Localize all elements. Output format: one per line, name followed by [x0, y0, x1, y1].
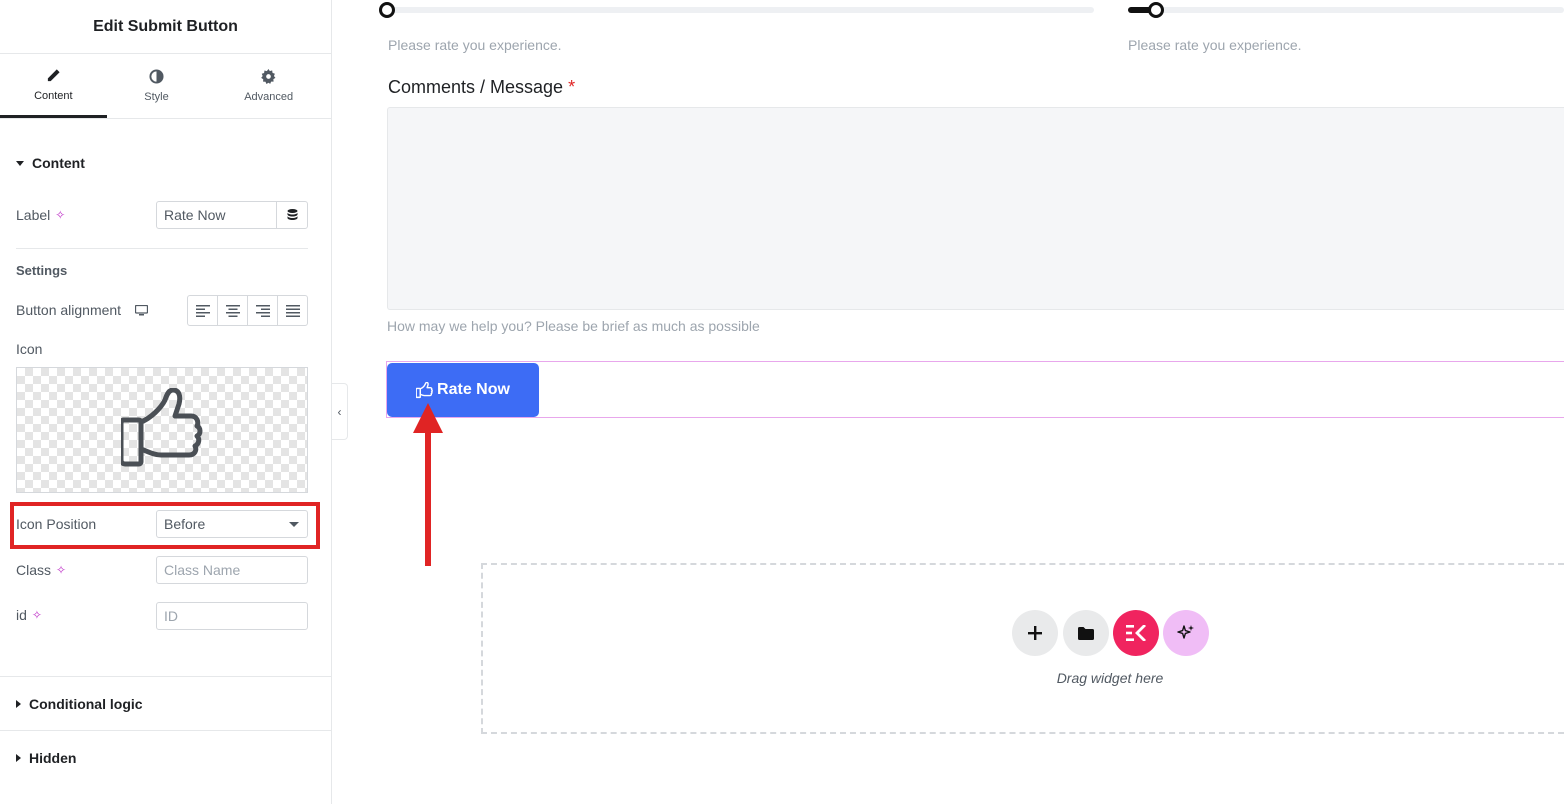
- icon-position-value: Before: [164, 516, 206, 532]
- ai-sparkle-icon[interactable]: ✧: [55, 208, 65, 222]
- selected-widget-outline: [386, 361, 1564, 418]
- align-right-icon: [255, 304, 270, 317]
- drag-widget-hint: Drag widget here: [1056, 670, 1164, 686]
- section-hidden-title: Hidden: [29, 750, 77, 766]
- slider-1-help-text: Please rate you experience.: [388, 37, 562, 53]
- section-content-toggle[interactable]: Content: [16, 155, 85, 171]
- tab-style[interactable]: Style: [107, 54, 207, 118]
- ai-sparkle-icon: [1177, 625, 1194, 639]
- chevron-left-icon: ‹: [337, 404, 342, 419]
- align-center-button[interactable]: [218, 296, 248, 325]
- tab-content-label: Content: [34, 89, 73, 102]
- rating-slider-2-handle[interactable]: [1148, 2, 1164, 18]
- divider: [16, 248, 308, 249]
- rate-now-label: Rate Now: [437, 381, 510, 398]
- panel-collapse-button[interactable]: ‹: [332, 383, 348, 440]
- align-center-icon: [225, 304, 240, 317]
- elementskit-logo-icon: [1126, 625, 1146, 641]
- add-section-button[interactable]: [1012, 610, 1058, 656]
- annotation-arrow-shaft: [425, 425, 431, 566]
- section-conditional-logic-toggle[interactable]: Conditional logic: [16, 696, 143, 712]
- rating-slider-2-track[interactable]: [1128, 7, 1564, 13]
- thumbs-up-icon: [416, 381, 433, 398]
- caret-down-icon: [16, 160, 24, 166]
- section-content-title: Content: [32, 155, 85, 171]
- tab-advanced[interactable]: Advanced: [206, 54, 331, 118]
- comments-label: Comments / Message *: [388, 77, 575, 98]
- required-mark: *: [568, 77, 576, 97]
- tab-content[interactable]: Content: [0, 54, 107, 118]
- id-input[interactable]: ID: [156, 602, 308, 630]
- id-input-placeholder: ID: [164, 608, 178, 624]
- caret-right-icon: [16, 700, 21, 708]
- label-input-value: Rate Now: [164, 207, 226, 223]
- dynamic-tags-button[interactable]: [276, 202, 307, 228]
- icon-picker-preview[interactable]: [16, 367, 308, 493]
- panel-title: Edit Submit Button: [0, 0, 331, 54]
- divider: [0, 676, 332, 677]
- caret-right-icon: [16, 754, 21, 762]
- align-left-icon: [195, 304, 210, 317]
- align-left-button[interactable]: [188, 296, 218, 325]
- class-input-placeholder: Class Name: [164, 562, 241, 578]
- button-alignment-text: Button alignment: [16, 302, 122, 318]
- id-text: id: [16, 607, 27, 623]
- thumbs-up-icon: [121, 388, 203, 467]
- comments-help-text: How may we help you? Please be brief as …: [387, 318, 760, 334]
- slider-2-help-text: Please rate you experience.: [1128, 37, 1302, 53]
- icon-position-label: Icon Position: [16, 516, 97, 532]
- label-text: Label: [16, 207, 51, 223]
- tab-advanced-label: Advanced: [244, 91, 294, 103]
- chevron-down-icon: [289, 522, 299, 527]
- database-icon: [287, 209, 297, 220]
- folder-icon: [1078, 626, 1094, 640]
- label-control-label: Label ✧: [16, 207, 65, 223]
- section-hidden-toggle[interactable]: Hidden: [16, 750, 76, 766]
- ai-sparkle-icon[interactable]: ✧: [32, 608, 42, 622]
- settings-heading: Settings: [16, 263, 68, 278]
- button-alignment-label: Button alignment: [16, 302, 149, 318]
- plus-icon: [1028, 626, 1042, 640]
- add-template-button[interactable]: [1063, 610, 1109, 656]
- rating-slider-1-handle[interactable]: [379, 2, 395, 18]
- class-input[interactable]: Class Name: [156, 556, 308, 584]
- class-control-label: Class ✧: [16, 562, 66, 578]
- tab-style-label: Style: [144, 91, 169, 103]
- align-right-button[interactable]: [248, 296, 278, 325]
- rate-now-submit-button[interactable]: Rate Now: [387, 363, 539, 417]
- align-justify-icon: [285, 304, 300, 317]
- ai-sparkle-icon[interactable]: ✧: [56, 563, 66, 577]
- icon-control-label: Icon: [16, 341, 43, 357]
- comments-textarea[interactable]: [387, 107, 1564, 310]
- icon-position-select[interactable]: Before: [156, 510, 308, 538]
- class-text: Class: [16, 562, 52, 578]
- gear-icon: [261, 69, 276, 84]
- desktop-icon[interactable]: [135, 304, 149, 316]
- id-control-label: id ✧: [16, 607, 42, 623]
- alignment-button-group: [187, 295, 308, 326]
- editor-panel: Edit Submit Button Content Style Advance…: [0, 0, 332, 804]
- comments-label-text: Comments / Message: [388, 77, 564, 97]
- section-conditional-logic-title: Conditional logic: [29, 696, 143, 712]
- pencil-icon: [47, 68, 60, 81]
- align-justify-button[interactable]: [278, 296, 307, 325]
- ai-assistant-button[interactable]: [1163, 610, 1209, 656]
- half-circle-icon: [149, 69, 164, 84]
- rating-slider-1-track[interactable]: [387, 7, 1094, 13]
- panel-tabs: Content Style Advanced: [0, 54, 331, 119]
- label-input[interactable]: Rate Now: [156, 201, 308, 229]
- elementskit-button[interactable]: [1113, 610, 1159, 656]
- divider: [0, 730, 332, 731]
